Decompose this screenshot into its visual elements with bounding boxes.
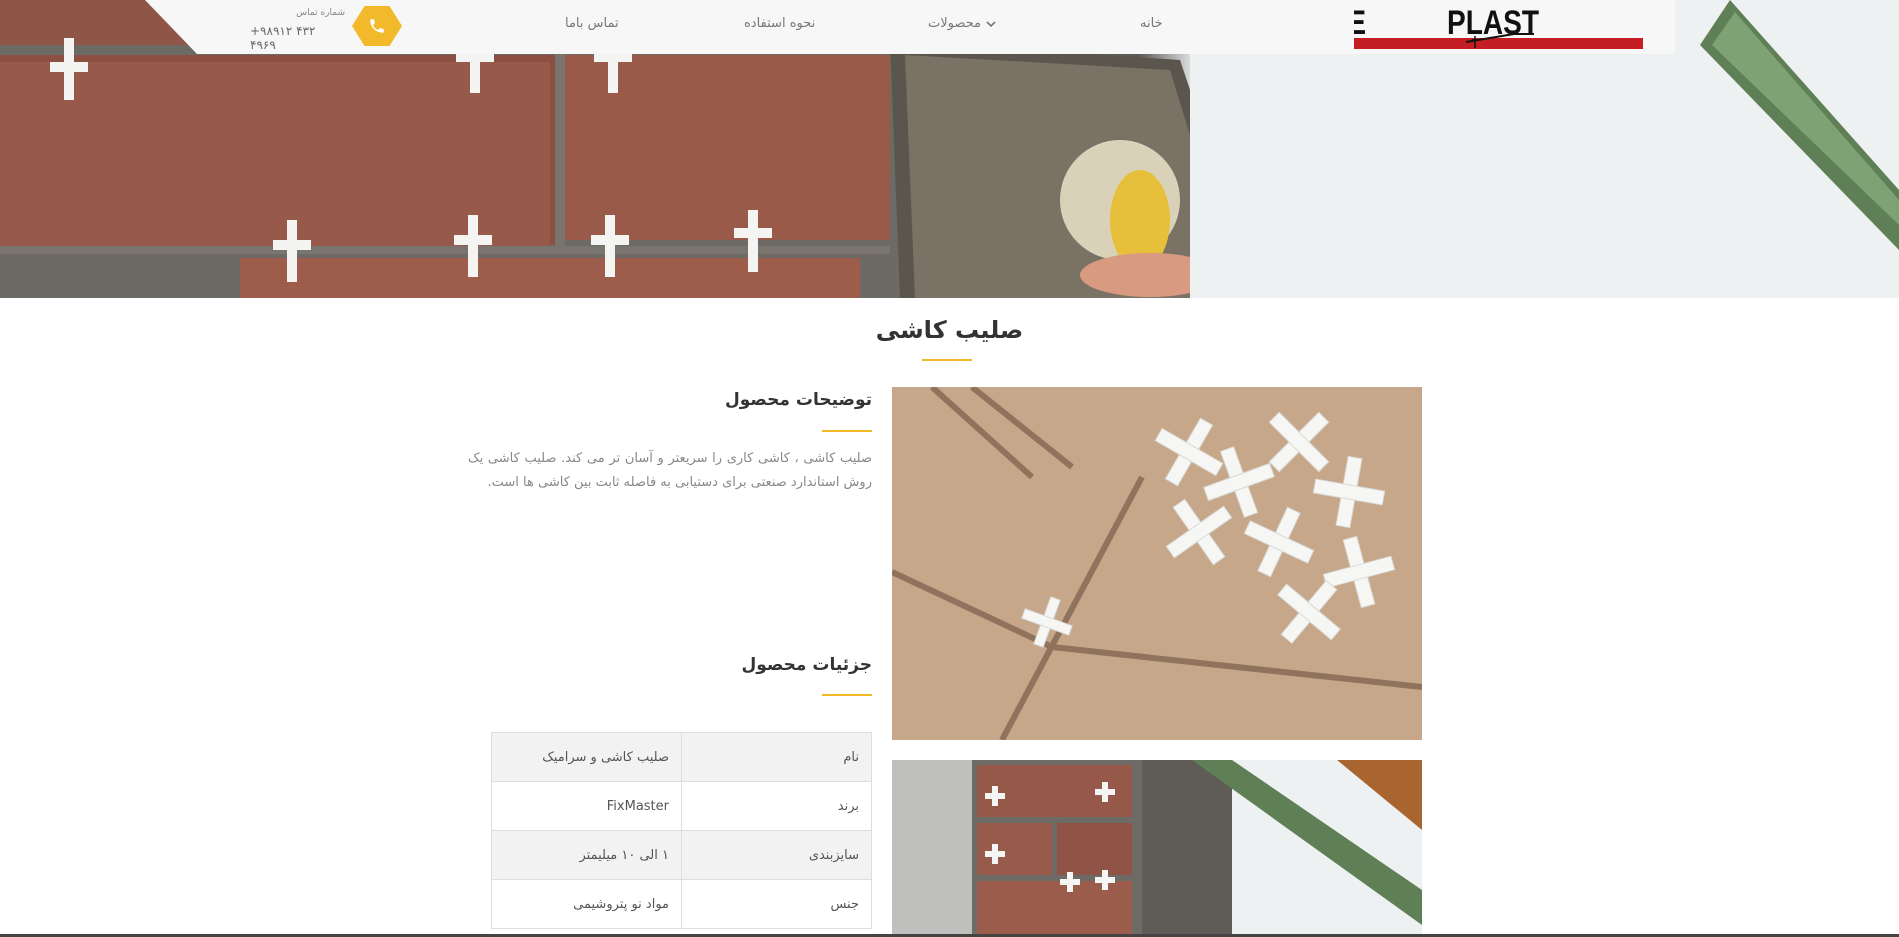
logo-text-left: METRE bbox=[1354, 4, 1366, 42]
nav-products-label: محصولات bbox=[928, 16, 981, 31]
nav-contact[interactable]: تماس باما bbox=[565, 16, 619, 31]
description-text: صلیب کاشی ، کاشی کاری را سریعتر و آسان ت… bbox=[468, 451, 872, 490]
detail-value: صلیب کاشی و سرامیک bbox=[491, 732, 682, 782]
logo-text-right: PLAST bbox=[1447, 4, 1539, 42]
detail-key: برند bbox=[681, 781, 872, 831]
table-row: جنس مواد نو پتروشیمی bbox=[491, 879, 872, 929]
site-logo[interactable]: METRE PLAST bbox=[1266, 0, 1643, 52]
description-heading: توضیحات محصول bbox=[725, 390, 872, 410]
chevron-down-icon bbox=[986, 20, 996, 27]
detail-value: مواد نو پتروشیمی bbox=[491, 879, 682, 929]
nav-usage[interactable]: نحوه استفاده bbox=[744, 16, 815, 31]
phone-number[interactable]: +۹۸۹۱۲ ۴۳۲ ۴۹۶۹ bbox=[250, 24, 345, 52]
description-heading-underline bbox=[822, 430, 872, 432]
table-row: نام صلیب کاشی و سرامیک bbox=[491, 732, 872, 782]
product-image-tile-spacers bbox=[892, 387, 1422, 740]
detail-key: سایزبندی bbox=[681, 830, 872, 880]
phone-icon bbox=[370, 19, 384, 33]
detail-value: FixMaster bbox=[491, 781, 682, 831]
table-row: برند FixMaster bbox=[491, 781, 872, 831]
page-title: صلیب کاشی bbox=[875, 316, 1024, 344]
details-heading: جزئیات محصول bbox=[741, 655, 872, 675]
detail-value: ۱ الی ۱۰ میلیمتر bbox=[491, 830, 682, 880]
details-heading-underline bbox=[822, 694, 872, 696]
nav-products[interactable]: محصولات bbox=[928, 16, 997, 31]
product-image-brick-wall bbox=[892, 760, 1422, 937]
detail-key: نام bbox=[681, 732, 872, 782]
title-underline bbox=[922, 359, 972, 361]
table-row: سایزبندی ۱ الی ۱۰ میلیمتر bbox=[491, 830, 872, 880]
nav-home[interactable]: خانه bbox=[1140, 16, 1163, 31]
phone-label: شماره تماس bbox=[296, 8, 345, 18]
product-details-table: نام صلیب کاشی و سرامیک برند FixMaster سا… bbox=[491, 732, 872, 929]
detail-key: جنس bbox=[681, 879, 872, 929]
